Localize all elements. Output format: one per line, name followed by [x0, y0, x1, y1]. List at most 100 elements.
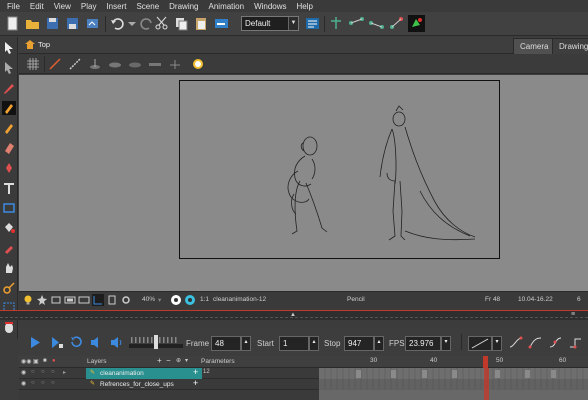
layer-lock-icon[interactable]: ○	[31, 380, 35, 386]
add-child-icon[interactable]: +	[193, 378, 198, 388]
deform-green-icon[interactable]	[408, 15, 425, 32]
balance-icon[interactable]	[168, 57, 182, 71]
menu-windows[interactable]: Windows	[254, 2, 286, 11]
layer-row[interactable]: ◉ ○ ○ ○ ✎ Refrences_for_close_ups +	[19, 378, 319, 390]
layer-visibility-icon[interactable]: ◉	[21, 380, 26, 387]
menu-insert[interactable]: Insert	[106, 2, 126, 11]
brush-icon[interactable]	[2, 81, 16, 95]
menu-file[interactable]: File	[7, 2, 20, 11]
chevron-down-icon[interactable]: ▼	[288, 17, 298, 30]
contour-editor-icon[interactable]	[2, 61, 16, 75]
safe-area-icon[interactable]	[64, 294, 76, 306]
preset-options-icon[interactable]	[304, 15, 321, 32]
play-selection-icon[interactable]	[49, 335, 64, 350]
layer-color-icon[interactable]: ○	[41, 380, 45, 386]
dropper-icon[interactable]	[2, 241, 16, 255]
layer-color-icon[interactable]: ○	[41, 369, 45, 375]
zoom-level[interactable]: 40%	[142, 296, 155, 303]
add-layer-icon[interactable]: +	[157, 356, 162, 365]
pencil-alt-icon[interactable]	[2, 121, 16, 135]
menu-edit[interactable]: Edit	[30, 2, 44, 11]
flat-icon[interactable]	[148, 57, 162, 71]
onion-skin-icon[interactable]	[191, 57, 205, 71]
ease-out-icon[interactable]	[528, 335, 543, 350]
paste-icon[interactable]	[193, 15, 210, 32]
layer-lock-icon[interactable]: ○	[31, 369, 35, 375]
frame-field[interactable]: 48	[211, 336, 241, 351]
peg-tool-icon[interactable]	[328, 15, 345, 32]
tab-camera[interactable]: Camera	[513, 38, 556, 54]
dashed-line-icon[interactable]	[68, 57, 82, 71]
rectangle-icon[interactable]	[2, 201, 16, 215]
color-toggle-icon[interactable]: ■	[43, 358, 47, 364]
tab-drawing[interactable]: Drawing	[552, 38, 588, 54]
node-disconnect-icon[interactable]	[388, 15, 405, 32]
add-child-icon[interactable]: +	[193, 367, 198, 377]
menu-play[interactable]: Play	[81, 2, 97, 11]
sound-icon[interactable]	[89, 335, 104, 350]
layer-name[interactable]: cleananimation	[96, 368, 144, 379]
save-icon[interactable]	[44, 15, 61, 32]
light-bulb-icon[interactable]	[22, 294, 34, 306]
expand-icon[interactable]: ≡	[571, 311, 575, 318]
start-stepper[interactable]: ▴	[309, 336, 319, 351]
loop-icon[interactable]	[69, 335, 84, 350]
interpolation-select[interactable]	[468, 336, 492, 351]
text-icon[interactable]	[2, 181, 16, 195]
view-breadcrumb[interactable]: Top	[25, 40, 50, 49]
preset-select[interactable]: Default ▼	[241, 16, 299, 31]
layer-sound-icon[interactable]: ○	[51, 380, 55, 386]
panel-splitter[interactable]: ▲ ≡	[0, 310, 588, 320]
layer-menu-icon[interactable]: ⊕	[176, 357, 181, 364]
fps-field[interactable]: 23.976	[405, 336, 441, 351]
menu-scene[interactable]: Scene	[136, 2, 159, 11]
ease-in-icon[interactable]	[508, 335, 523, 350]
grid-icon[interactable]	[26, 57, 40, 71]
eye-toggle-icon[interactable]: ◉◉	[21, 358, 31, 365]
layer-expand-icon[interactable]: ▸	[63, 369, 66, 376]
ink-icon[interactable]	[2, 161, 16, 175]
settings-icon[interactable]	[120, 294, 132, 306]
ease-both-icon[interactable]	[548, 335, 563, 350]
eraser-icon[interactable]	[2, 141, 16, 155]
timeline-frames[interactable]	[319, 368, 588, 400]
camera-view-icon[interactable]	[213, 15, 230, 32]
cutter-icon[interactable]	[2, 281, 16, 295]
save-as-icon[interactable]	[64, 15, 81, 32]
grid-toggle-icon[interactable]	[92, 294, 104, 306]
frame-guide-icon[interactable]	[78, 294, 90, 306]
disc-alt-icon[interactable]	[128, 57, 142, 71]
color-wheel-icon[interactable]	[170, 294, 182, 306]
stop-stepper[interactable]: ▴	[374, 336, 384, 351]
import-icon[interactable]	[84, 15, 101, 32]
copy-icon[interactable]	[173, 15, 190, 32]
zoom-dropdown-icon[interactable]: ▾	[158, 296, 161, 304]
sound-scrub-icon[interactable]	[109, 335, 124, 350]
interpolation-dropdown[interactable]: ▾	[492, 336, 502, 351]
start-field[interactable]: 1	[279, 336, 309, 351]
morphing-icon[interactable]	[2, 320, 16, 334]
frame-stepper[interactable]: ▴	[241, 336, 251, 351]
disc-icon[interactable]	[108, 57, 122, 71]
lock-toggle-icon[interactable]: ▣	[33, 358, 39, 365]
snap-icon[interactable]	[106, 294, 118, 306]
select-arrow-icon[interactable]	[2, 41, 16, 55]
layer-visibility-icon[interactable]: ◉	[21, 369, 26, 376]
open-scene-icon[interactable]	[24, 15, 41, 32]
pencil-icon[interactable]	[2, 101, 16, 115]
remove-layer-icon[interactable]: −	[166, 356, 171, 365]
sound-toggle-icon[interactable]: ●	[52, 358, 56, 364]
stop-field[interactable]: 947	[344, 336, 374, 351]
menu-help[interactable]: Help	[297, 2, 313, 11]
splitter-handle-icon[interactable]: ▲	[290, 312, 296, 318]
fps-dropdown[interactable]: ▾	[441, 336, 451, 351]
hand-icon[interactable]	[2, 261, 16, 275]
menu-animation[interactable]: Animation	[209, 2, 245, 11]
layer-expand-icon[interactable]: ▾	[185, 357, 188, 364]
node-branch-icon[interactable]	[368, 15, 385, 32]
star-icon[interactable]	[36, 294, 48, 306]
layer-name[interactable]: Refrences_for_close_ups	[96, 379, 174, 390]
stop-motion-icon[interactable]	[568, 335, 583, 350]
new-scene-icon[interactable]	[4, 15, 21, 32]
menu-view[interactable]: View	[54, 2, 71, 11]
